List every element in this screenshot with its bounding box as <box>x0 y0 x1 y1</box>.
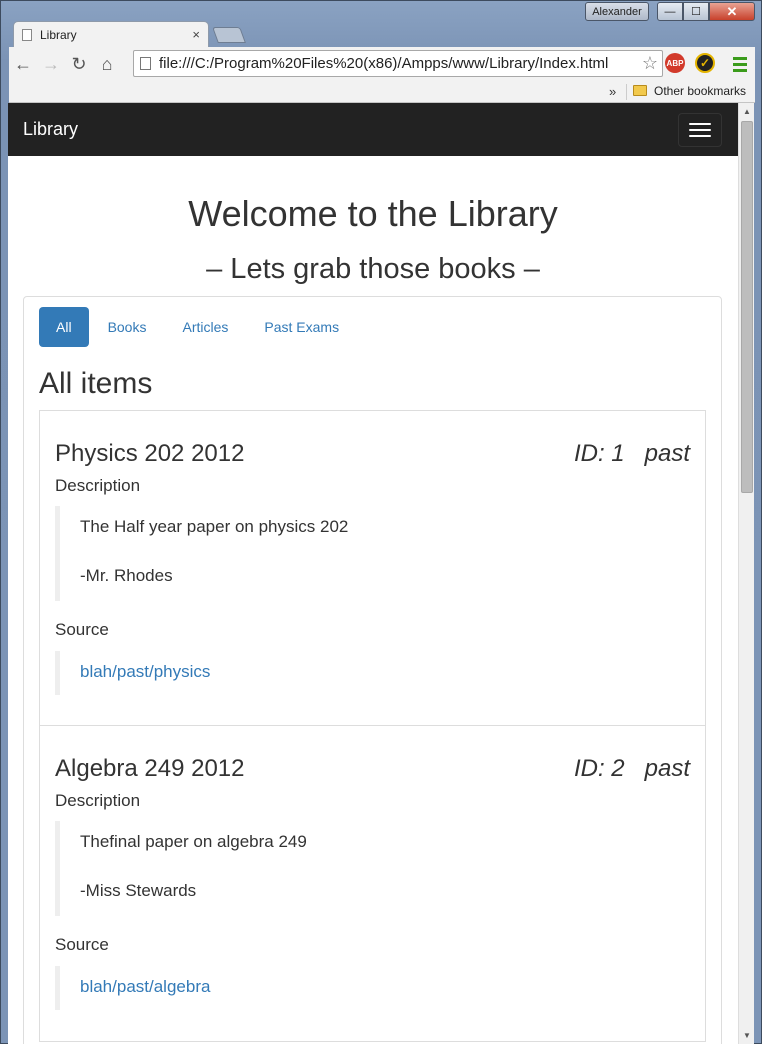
scroll-down-icon[interactable]: ▼ <box>743 1031 751 1040</box>
items-list: Physics 202 2012 ID: 1 past Description T… <box>39 410 706 1042</box>
source-link[interactable]: blah/past/physics <box>80 662 210 682</box>
item-author: -Miss Stewards <box>80 881 197 900</box>
list-item: Physics 202 2012 ID: 1 past Description T… <box>40 411 705 726</box>
item-id: ID: 2 <box>573 755 625 782</box>
source-quote: blah/past/algebra <box>55 966 210 1010</box>
description-quote: The Half year paper on physics 202 -Mr. … <box>55 506 348 601</box>
window-controls: — ☐ ✕ <box>657 1 755 23</box>
profile-button[interactable]: Alexander <box>585 2 649 21</box>
bookmarks-divider <box>626 84 627 100</box>
content-panel: All Books Articles Past Exams All items … <box>23 296 722 1044</box>
item-meta: ID: 1 past <box>574 440 690 468</box>
scrollbar-thumb[interactable] <box>741 121 753 493</box>
page-subtitle: – Lets grab those books – <box>206 253 540 285</box>
source-quote: blah/past/physics <box>55 651 210 695</box>
item-type: past <box>644 755 690 782</box>
minimize-button[interactable]: — <box>657 2 683 21</box>
section-title: All items <box>39 367 153 400</box>
extension-check-icon[interactable]: ✓ <box>695 53 715 73</box>
item-description: Thefinal paper on algebra 249 <box>80 832 307 851</box>
tab-library[interactable]: Library × <box>13 21 209 47</box>
page-title: Welcome to the Library <box>188 193 558 234</box>
item-title: Physics 202 2012 <box>55 440 245 467</box>
navbar-toggle-button[interactable] <box>678 113 722 147</box>
reload-button[interactable]: ↻ <box>65 50 93 78</box>
tab-past-exams[interactable]: Past Exams <box>247 307 356 347</box>
other-bookmarks-link[interactable]: Other bookmarks <box>654 84 746 98</box>
item-author: -Mr. Rhodes <box>80 566 173 585</box>
navbar: Library <box>8 103 738 156</box>
folder-icon[interactable] <box>633 85 647 96</box>
item-description: The Half year paper on physics 202 <box>80 517 349 536</box>
tab-books[interactable]: Books <box>91 307 164 347</box>
item-type: past <box>644 440 690 467</box>
description-quote: Thefinal paper on algebra 249 -Miss Stew… <box>55 821 307 916</box>
scroll-up-icon[interactable]: ▲ <box>743 107 751 116</box>
source-label: Source <box>55 935 109 954</box>
toolbar: ← → ↻ ⌂ file:///C:/Program%20Files%20(x8… <box>9 47 755 81</box>
page-viewport: Library Welcome to the Library – Lets gr… <box>8 103 738 1044</box>
tab-all[interactable]: All <box>39 307 89 347</box>
home-button[interactable]: ⌂ <box>93 50 121 78</box>
list-item: Algebra 249 2012 ID: 2 past Description T… <box>40 726 705 1041</box>
page-icon <box>140 57 151 70</box>
bookmarks-bar: » Other bookmarks <box>9 81 755 103</box>
bookmarks-overflow-icon[interactable]: » <box>609 84 616 99</box>
menu-icon[interactable] <box>729 53 751 75</box>
item-title: Algebra 249 2012 <box>55 755 245 782</box>
close-window-button[interactable]: ✕ <box>709 2 755 21</box>
back-button[interactable]: ← <box>9 50 37 78</box>
address-bar[interactable]: file:///C:/Program%20Files%20(x86)/Ampps… <box>133 50 663 77</box>
source-label: Source <box>55 620 109 639</box>
item-id: ID: 1 <box>573 440 625 467</box>
item-meta: ID: 2 past <box>574 755 690 783</box>
close-tab-icon[interactable]: × <box>192 27 200 42</box>
scrollbar[interactable]: ▲ ▼ <box>738 103 754 1044</box>
adblock-icon[interactable]: ABP <box>665 53 685 73</box>
navbar-brand[interactable]: Library <box>23 119 78 140</box>
description-label: Description <box>55 476 141 495</box>
description-label: Description <box>55 791 141 810</box>
forward-button[interactable]: → <box>37 50 65 78</box>
tab-title: Library <box>40 27 77 42</box>
bookmark-star-icon[interactable]: ☆ <box>638 53 662 74</box>
new-tab-button[interactable] <box>212 27 246 43</box>
url-text[interactable]: file:///C:/Program%20Files%20(x86)/Ampps… <box>159 55 638 72</box>
filter-tabs: All Books Articles Past Exams <box>39 307 358 347</box>
tab-articles[interactable]: Articles <box>165 307 245 347</box>
source-link[interactable]: blah/past/algebra <box>80 977 210 997</box>
maximize-button[interactable]: ☐ <box>683 2 709 21</box>
page-icon <box>22 28 32 41</box>
